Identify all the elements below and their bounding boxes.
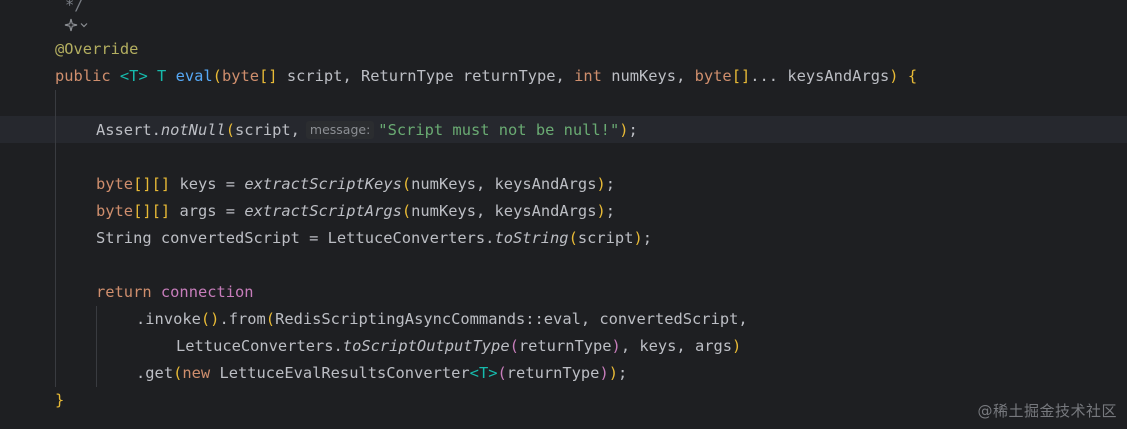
semicolon: ; — [618, 364, 628, 382]
paren-open: ( — [401, 202, 412, 220]
string-literal: "Script must not be null!" — [378, 121, 620, 139]
arg: returnType — [518, 337, 612, 355]
paren-close: ) — [633, 229, 643, 247]
arg: returnType — [506, 364, 600, 382]
args-line: byte[][] args = extractScriptArgs(numKey… — [96, 198, 615, 225]
method-name: eval — [175, 67, 213, 85]
parens: () — [200, 310, 220, 328]
ai-sparkle-icon — [64, 18, 78, 32]
paren-close: ) — [596, 175, 606, 193]
semicolon: ; — [605, 202, 616, 220]
method-call: get — [145, 364, 174, 382]
dot: . — [219, 310, 229, 328]
arg: script, — [235, 121, 300, 139]
brackets: [] — [731, 67, 751, 85]
paren-open: ( — [401, 175, 412, 193]
type-param-open: < — [469, 364, 479, 382]
params-text: numKeys, — [611, 67, 686, 85]
args: script — [577, 229, 634, 247]
declaration: args = — [179, 202, 236, 220]
paren-close: ) — [608, 364, 619, 382]
params-text: script, ReturnType returnType, — [286, 67, 565, 85]
keyword-return: return — [96, 283, 152, 301]
method-call: toString — [494, 229, 569, 247]
type-param: T — [478, 364, 489, 382]
args: numKeys, keysAndArgs — [411, 175, 597, 193]
chevron-down-icon — [80, 23, 88, 28]
brace-open: { — [907, 67, 918, 85]
declaration: String convertedScript = LettuceConverte… — [96, 229, 495, 247]
parameter-hint: message: — [305, 121, 375, 139]
dot: . — [136, 310, 146, 328]
method-call: from — [228, 310, 266, 328]
paren-close: ) — [599, 364, 609, 382]
brackets: [] — [259, 67, 278, 85]
paren-close: ) — [619, 121, 629, 139]
method-call: invoke — [145, 310, 201, 328]
args: numKeys, keysAndArgs — [411, 202, 597, 220]
converted-script-line: String convertedScript = LettuceConverte… — [96, 225, 652, 252]
watermark: @稀土掘金技术社区 — [977, 402, 1117, 420]
invoke-line: .invoke().from(RedisScriptingAsyncComman… — [136, 306, 748, 333]
class-ref: LettuceConverters. — [176, 337, 343, 355]
paren-open: ( — [509, 337, 519, 355]
brackets: [][] — [133, 202, 171, 220]
args: , keys, args — [620, 337, 733, 355]
paren-close: ) — [611, 337, 621, 355]
fold-marker[interactable] — [64, 17, 90, 33]
paren-open: ( — [173, 364, 183, 382]
args: RedisScriptingAsyncCommands::eval, conve… — [275, 310, 748, 328]
code-editor[interactable]: */ @Override public <T> T eval(byte[] sc… — [0, 0, 1127, 429]
paren-open: ( — [497, 364, 507, 382]
keyword-int: int — [574, 67, 602, 85]
method-signature: public <T> T eval(byte[] script, ReturnT… — [55, 63, 917, 90]
paren-open: ( — [568, 229, 578, 247]
paren-close: ) — [732, 337, 742, 355]
brackets: [][] — [133, 175, 171, 193]
semicolon: ; — [628, 121, 638, 139]
semicolon: ; — [642, 229, 653, 247]
type-param-open: < — [119, 67, 130, 85]
get-line: .get(new LettuceEvalResultsConverter<T>(… — [136, 360, 627, 387]
keyword-byte: byte — [694, 67, 732, 85]
field-connection: connection — [160, 283, 254, 301]
class-ref: Assert. — [96, 121, 161, 139]
brace-close: } — [55, 391, 65, 409]
paren-close: ) — [889, 67, 899, 85]
params-text: ... keysAndArgs — [750, 67, 890, 85]
keyword-byte: byte — [221, 67, 260, 85]
assert-line: Assert.notNull(script, message: "Script mu… — [96, 117, 638, 144]
method-call: toScriptOutputType — [342, 337, 510, 355]
declaration: keys = — [179, 175, 236, 193]
keyword-byte: byte — [96, 175, 134, 193]
paren-open: ( — [225, 121, 236, 139]
keyword-new: new — [182, 364, 211, 382]
return-line: return connection — [96, 279, 254, 306]
indent-guide — [55, 90, 56, 387]
output-type-line: LettuceConverters.toScriptOutputType(ret… — [176, 333, 741, 360]
annotation-override: @Override — [55, 40, 139, 58]
return-type: T — [157, 67, 167, 85]
indent-guide — [96, 306, 97, 387]
keyword-public: public — [55, 67, 111, 85]
paren-open: ( — [212, 67, 222, 85]
paren-close: ) — [596, 202, 606, 220]
keyword-byte: byte — [96, 202, 134, 220]
keys-line: byte[][] keys = extractScriptKeys(numKey… — [96, 171, 615, 198]
class-ref: LettuceEvalResultsConverter — [219, 364, 470, 382]
type-param-close: > — [138, 67, 148, 85]
method-call: notNull — [160, 121, 226, 139]
method-call: extractScriptKeys — [244, 175, 402, 193]
semicolon: ; — [605, 175, 616, 193]
dot: . — [136, 364, 146, 382]
type-param-close: > — [488, 364, 498, 382]
method-call: extractScriptArgs — [244, 202, 402, 220]
paren-open: ( — [265, 310, 276, 328]
